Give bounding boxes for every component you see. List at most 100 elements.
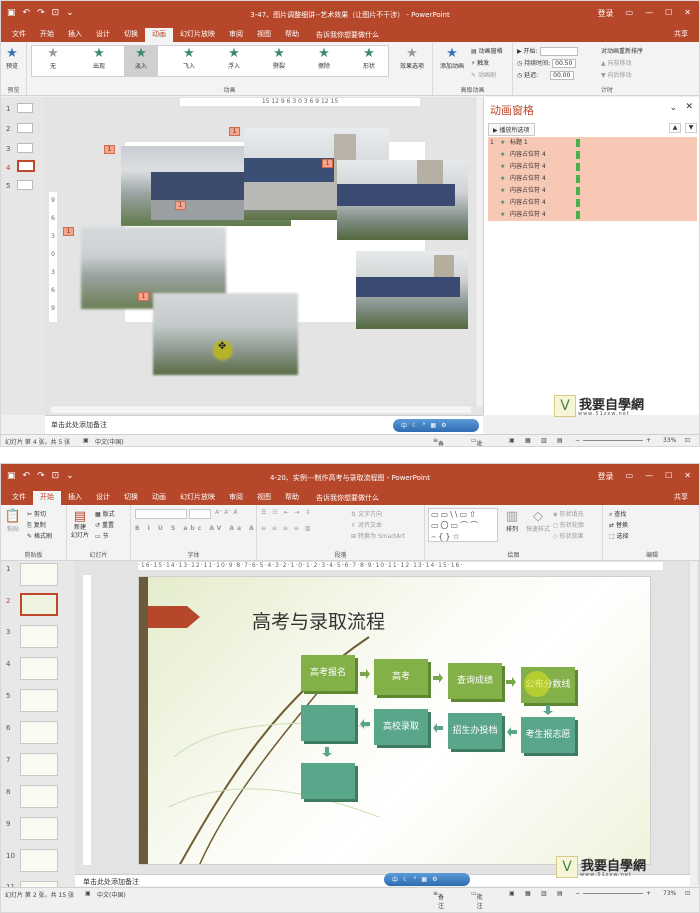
font-family-select[interactable]: [135, 509, 187, 519]
anim-badge[interactable]: 1: [229, 127, 240, 136]
ime-toolbar[interactable]: 中 ☾ ° ▦ ⚙: [393, 419, 479, 432]
reading-view-icon[interactable]: ▥: [541, 437, 547, 444]
tab-help[interactable]: 帮助: [278, 27, 306, 42]
tab-file[interactable]: 文件: [5, 490, 33, 505]
anim-list-item[interactable]: ★ 内容占位符 4: [488, 209, 697, 221]
sorter-view-icon[interactable]: ▦: [525, 437, 531, 444]
tab-transitions[interactable]: 切换: [117, 27, 145, 42]
reading-view-icon[interactable]: ▥: [541, 890, 547, 897]
tab-home[interactable]: 开始: [33, 27, 61, 42]
shape-effects-button[interactable]: ◇ 形状效果: [553, 531, 584, 540]
animation-painter-button[interactable]: ✎ 动画刷: [471, 70, 496, 79]
flow-box-empty-1[interactable]: [301, 705, 355, 741]
font-size-select[interactable]: [189, 509, 211, 519]
anim-badge[interactable]: 1: [138, 292, 149, 301]
tab-insert[interactable]: 插入: [61, 27, 89, 42]
maximize-icon[interactable]: ☐: [665, 8, 672, 19]
replace-button[interactable]: ⇄ 替换: [609, 520, 628, 529]
flow-box-empty-2[interactable]: [301, 763, 355, 799]
paste-button[interactable]: 📋 粘贴: [1, 510, 25, 534]
play-selected-button[interactable]: ▶ 播放所选项: [488, 123, 535, 136]
font-grow-shrink-icons[interactable]: A⁺ A⁻ A̸: [215, 509, 237, 516]
anim-list-item[interactable]: 1 ★ 标题 1: [488, 137, 697, 149]
slide-thumb-8[interactable]: [20, 785, 58, 808]
spellcheck-icon[interactable]: ▣: [85, 890, 91, 897]
tab-help[interactable]: 帮助: [278, 490, 306, 505]
anim-list-item[interactable]: ★ 内容占位符 4: [488, 197, 697, 209]
anim-appear[interactable]: ★ 出现: [82, 47, 116, 71]
slide-thumb-9[interactable]: [20, 817, 58, 840]
slide-thumb-5[interactable]: [17, 180, 33, 190]
tab-design[interactable]: 设计: [89, 490, 117, 505]
spellcheck-icon[interactable]: ▣: [83, 437, 89, 444]
tell-me-search[interactable]: 告诉我你想要做什么: [310, 28, 385, 42]
zoom-slider[interactable]: [583, 893, 643, 894]
tab-animations[interactable]: 动画: [145, 27, 173, 42]
tab-view[interactable]: 视图: [250, 27, 278, 42]
move-later-button[interactable]: ▼ 向后移动: [601, 70, 632, 79]
flow-box-college-admit[interactable]: 高校录取: [374, 709, 428, 745]
slide[interactable]: 高考与录取流程 高考报名 高考 查询成绩 公布分数线 考生报志愿 招生办投档 高…: [138, 576, 651, 865]
anim-fly-in[interactable]: ★ 飞入: [172, 47, 206, 71]
login-link[interactable]: 登录: [598, 8, 614, 19]
select-button[interactable]: ⬚ 选择: [609, 531, 629, 540]
anim-badge[interactable]: 1: [175, 201, 186, 210]
slide-thumb-4[interactable]: [20, 657, 58, 680]
fit-slide-icon[interactable]: ⊡: [685, 890, 690, 897]
effect-options-button[interactable]: ★ 效果选项: [395, 47, 429, 71]
comments-toggle[interactable]: ▭ 批注: [471, 437, 483, 446]
pane-close-icon[interactable]: ✕: [685, 102, 693, 112]
horizontal-scrollbar[interactable]: [51, 405, 471, 413]
tab-home[interactable]: 开始: [33, 490, 61, 505]
ime-toolbar[interactable]: 中 ☾ ° ▦ ⚙: [384, 873, 470, 886]
sorter-view-icon[interactable]: ▦: [525, 890, 531, 897]
anim-list-item[interactable]: ★ 内容占位符 4: [488, 185, 697, 197]
close-icon[interactable]: ✕: [684, 8, 691, 19]
tab-design[interactable]: 设计: [89, 27, 117, 42]
photo-building-4[interactable]: [356, 251, 468, 329]
tab-review[interactable]: 审阅: [222, 490, 250, 505]
zoom-level[interactable]: 33%: [663, 437, 676, 444]
anim-list-item[interactable]: ★ 内容占位符 4: [488, 149, 697, 161]
normal-view-icon[interactable]: ▣: [509, 890, 515, 897]
tab-transitions[interactable]: 切换: [117, 490, 145, 505]
duration-input[interactable]: 00.50: [552, 59, 577, 68]
anim-badge[interactable]: 1: [322, 159, 333, 168]
tell-me-search[interactable]: 告诉我你想要做什么: [310, 491, 385, 505]
anim-list-item[interactable]: ★ 内容占位符 4: [488, 161, 697, 173]
anim-wipe[interactable]: ★ 擦除: [307, 47, 341, 71]
zoom-slider[interactable]: [583, 440, 643, 441]
pane-options-icon[interactable]: ⌄: [669, 103, 677, 113]
smartart-button[interactable]: ⊞ 转换为 SmartArt: [351, 531, 405, 540]
zoom-out-icon[interactable]: −: [575, 437, 580, 444]
photo-blurred-2[interactable]: [153, 293, 298, 375]
trigger-button[interactable]: ⚡ 触发: [471, 58, 489, 67]
tab-insert[interactable]: 插入: [61, 490, 89, 505]
anim-shape[interactable]: ★ 形状: [352, 47, 386, 71]
tab-file[interactable]: 文件: [5, 27, 33, 42]
new-slide-button[interactable]: ▤ 新建 幻灯片: [67, 510, 93, 540]
move-up-icon[interactable]: ▲: [669, 123, 681, 133]
section-button[interactable]: ▭ 节: [95, 531, 109, 540]
flow-box-exam[interactable]: 高考: [374, 659, 428, 695]
slide-thumb-4[interactable]: [17, 160, 35, 172]
anim-fade[interactable]: ★ 淡入: [124, 46, 158, 76]
tab-animations[interactable]: 动画: [145, 490, 173, 505]
ribbon-display-icon[interactable]: ▭: [626, 8, 634, 19]
anim-none[interactable]: ★ 无: [36, 47, 70, 71]
font-style-buttons[interactable]: B I U S abc AV Aa A: [135, 525, 257, 532]
format-painter-button[interactable]: ✎ 格式刷: [27, 531, 52, 540]
photo-building-3[interactable]: [337, 160, 468, 240]
cut-button[interactable]: ✂ 剪切: [27, 509, 46, 518]
arrange-button[interactable]: ▥ 排列: [501, 510, 523, 534]
slide-thumb-1[interactable]: [17, 103, 33, 113]
slide-thumb-5[interactable]: [20, 689, 58, 712]
find-button[interactable]: ⌕ 查找: [609, 509, 626, 519]
maximize-icon[interactable]: ☐: [665, 471, 672, 482]
start-select[interactable]: [539, 47, 578, 56]
preview-button[interactable]: ★ 预览: [1, 47, 27, 71]
anim-split[interactable]: ★ 劈裂: [262, 47, 296, 71]
shape-fill-button[interactable]: ◈ 形状填充: [553, 509, 584, 518]
anim-badge[interactable]: 1: [63, 227, 74, 236]
align-icons[interactable]: ≡ ≡ ≡ ≡ ▥: [261, 525, 312, 532]
